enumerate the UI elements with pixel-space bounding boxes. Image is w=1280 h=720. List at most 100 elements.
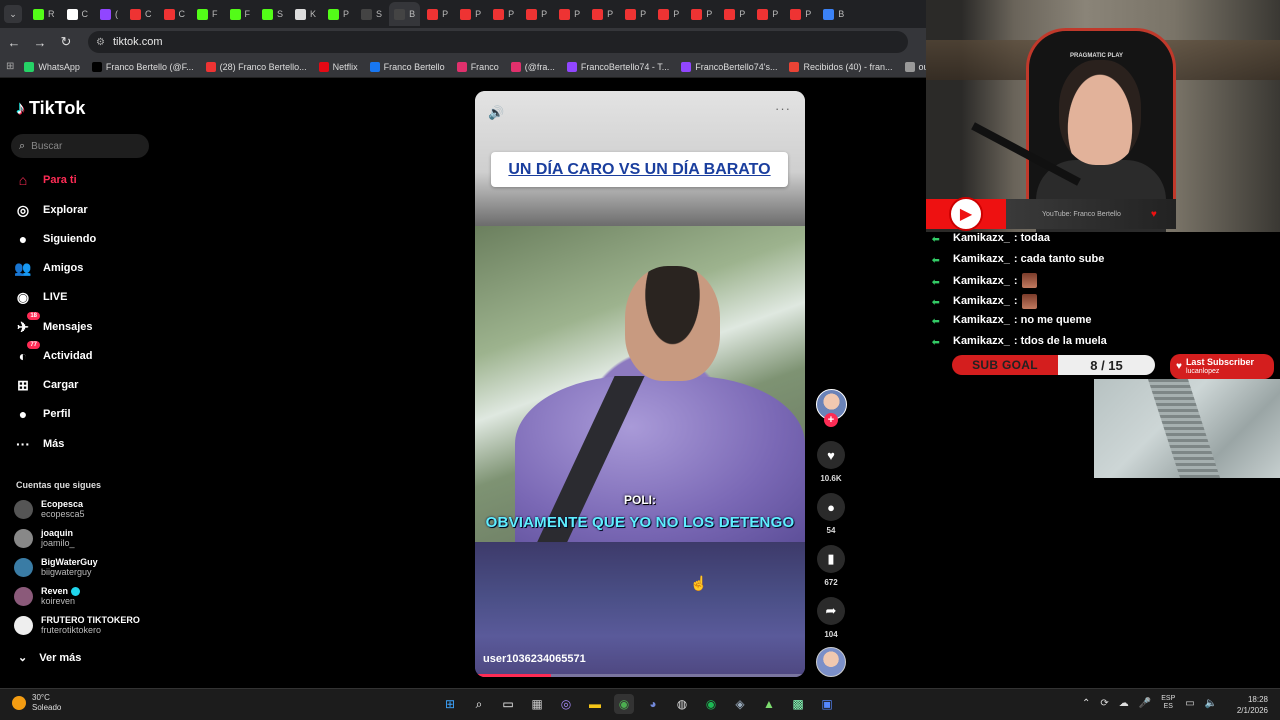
bookmark-item[interactable]: outlook — [904, 61, 926, 72]
share-button[interactable]: ➦ 104 — [815, 597, 847, 639]
browser-tab[interactable]: K — [290, 2, 321, 26]
windows-start-icon[interactable]: ⊞ — [440, 694, 460, 714]
tab-search-button[interactable]: ⌄ — [4, 5, 22, 23]
following-account[interactable]: joaquin joamilo_ — [14, 528, 75, 548]
search-input[interactable]: ⌕ Buscar — [11, 134, 149, 158]
browser-tab[interactable]: P — [785, 2, 816, 26]
creator-avatar-button[interactable]: + — [815, 389, 847, 427]
app-blocks-icon[interactable]: ▩ — [788, 694, 808, 714]
following-account[interactable]: BigWaterGuy biigwaterguy — [14, 557, 98, 577]
site-info-icon[interactable]: ⚙ — [96, 37, 105, 48]
address-bar[interactable]: ⚙ tiktok.com — [88, 31, 908, 53]
browser-tab[interactable]: B — [389, 2, 421, 26]
search-icon: ⌕ — [19, 139, 26, 152]
bookmark-item[interactable]: FrancoBertello74 - T... — [566, 61, 669, 72]
video-progress-bar[interactable] — [475, 674, 805, 677]
browser-tab[interactable]: C — [62, 2, 94, 26]
bookmark-item[interactable]: (@fra... — [510, 61, 555, 72]
nav-item-6[interactable]: ✈ 18 Mensajes — [14, 312, 93, 336]
system-tray: ⌃ ⟳ ☁ 🎤 ESP ES ▭ 🔈 — [1082, 695, 1217, 711]
bookmark-item[interactable]: Franco — [456, 61, 499, 72]
video-player[interactable]: 🔊 ··· UN DÍA CARO VS UN DÍA BARATO POLI:… — [475, 91, 805, 677]
reload-icon[interactable]: ↻ — [58, 34, 74, 50]
bookmark-item[interactable]: FrancoBertello74's... — [681, 61, 777, 72]
cloud-icon[interactable]: ☁ — [1119, 698, 1129, 709]
browser-tab[interactable]: C — [159, 2, 191, 26]
clock[interactable]: 18:28 2/1/2026 — [1237, 694, 1268, 716]
nav-item-4[interactable]: 👥 Amigos — [14, 259, 83, 277]
language-indicator[interactable]: ESP ES — [1161, 695, 1175, 711]
nav-item-10[interactable]: ··· Más — [14, 435, 64, 453]
browser-tab[interactable]: P — [620, 2, 651, 26]
browser-tab[interactable]: P — [686, 2, 717, 26]
chevron-up-icon[interactable]: ⌃ — [1082, 698, 1090, 709]
steam-icon[interactable]: ◈ — [730, 694, 750, 714]
apps-icon[interactable]: ⊞ — [6, 61, 14, 72]
bookmark-item[interactable]: Franco Bertello (@F... — [91, 61, 194, 72]
nav-item-2[interactable]: ◎ Explorar — [14, 201, 88, 219]
following-account[interactable]: Ecopesca ecopesca5 — [14, 499, 85, 519]
browser-tab[interactable]: P — [719, 2, 750, 26]
discord-icon[interactable]: ◕ — [643, 694, 663, 714]
browser-tab[interactable]: P — [323, 2, 354, 26]
volume-icon[interactable]: 🔊 — [488, 105, 504, 121]
copilot-icon[interactable]: ◎ — [556, 694, 576, 714]
save-button[interactable]: ▮ 672 — [815, 545, 847, 587]
browser-tab[interactable]: F — [225, 2, 256, 26]
browser-tab[interactable]: ( — [95, 2, 123, 26]
browser-tab[interactable]: C — [125, 2, 157, 26]
see-more-button[interactable]: ⌄ Ver más — [18, 651, 81, 665]
tiktok-logo[interactable]: ♪ TikTok — [16, 98, 85, 119]
following-account[interactable]: FRUTERO TIKTOKERO fruterotiktokero — [14, 615, 140, 635]
nav-glyph: ⊞ — [17, 376, 29, 393]
chrome-icon[interactable]: ◉ — [614, 694, 634, 714]
app-window-icon[interactable]: ▣ — [817, 694, 837, 714]
browser-tab[interactable]: P — [422, 2, 453, 26]
volume-icon[interactable]: 🔈 — [1205, 698, 1217, 709]
browser-tab[interactable]: B — [818, 2, 849, 26]
nav-item-1[interactable]: ⌂ Para ti — [14, 171, 77, 189]
nav-item-5[interactable]: ◉ LIVE — [14, 288, 68, 306]
nav-item-3[interactable]: ● Siguiendo — [14, 230, 96, 248]
following-account[interactable]: Reven koireven — [14, 586, 81, 606]
browser-tab[interactable]: P — [488, 2, 519, 26]
chat-emote-icon — [1021, 273, 1037, 288]
video-username[interactable]: user1036234065571 — [483, 653, 586, 665]
browser-tab[interactable]: P — [554, 2, 585, 26]
widgets-icon[interactable]: ▦ — [527, 694, 547, 714]
browser-tab[interactable]: P — [587, 2, 618, 26]
obs-icon[interactable]: ◍ — [672, 694, 692, 714]
nav-item-8[interactable]: ⊞ Cargar — [14, 376, 78, 394]
browser-tab[interactable]: P — [521, 2, 552, 26]
browser-tab[interactable]: S — [356, 2, 387, 26]
display-icon[interactable]: ▭ — [1185, 698, 1194, 709]
nav-item-9[interactable]: ● Perfil — [14, 405, 71, 423]
search-icon[interactable]: ⌕ — [469, 694, 489, 714]
file-explorer-icon[interactable]: ▬ — [585, 694, 605, 714]
sync-icon[interactable]: ⟳ — [1100, 698, 1108, 709]
nav-item-7[interactable]: ◐ 77 Actividad — [14, 341, 93, 365]
mic-icon[interactable]: 🎤 — [1139, 698, 1151, 709]
music-avatar-button[interactable] — [815, 647, 847, 677]
weather-widget[interactable]: 30°C Soleado — [12, 693, 61, 713]
forward-icon[interactable]: → — [32, 35, 48, 50]
browser-tab[interactable]: P — [752, 2, 783, 26]
browser-tab[interactable]: P — [653, 2, 684, 26]
bookmark-item[interactable]: (28) Franco Bertello... — [205, 61, 307, 72]
app-triangle-icon[interactable]: ▲ — [759, 694, 779, 714]
task-view-icon[interactable]: ▭ — [498, 694, 518, 714]
bookmark-item[interactable]: WhatsApp — [24, 61, 80, 72]
browser-tab[interactable]: R — [28, 2, 60, 26]
spotify-icon[interactable]: ◉ — [701, 694, 721, 714]
bookmark-item[interactable]: Recibidos (40) - fran... — [789, 61, 893, 72]
bookmark-item[interactable]: Netflix — [318, 61, 358, 72]
back-icon[interactable]: ← — [6, 35, 22, 50]
browser-tab[interactable]: S — [257, 2, 288, 26]
follow-plus-icon[interactable]: + — [824, 413, 838, 427]
comment-button[interactable]: ● 54 — [815, 493, 847, 535]
browser-tab[interactable]: F — [192, 2, 223, 26]
bookmark-item[interactable]: Franco Bertello — [369, 61, 445, 72]
browser-tab[interactable]: P — [455, 2, 486, 26]
more-options-icon[interactable]: ··· — [775, 101, 791, 116]
like-button[interactable]: ♥ 10.6K — [815, 441, 847, 483]
